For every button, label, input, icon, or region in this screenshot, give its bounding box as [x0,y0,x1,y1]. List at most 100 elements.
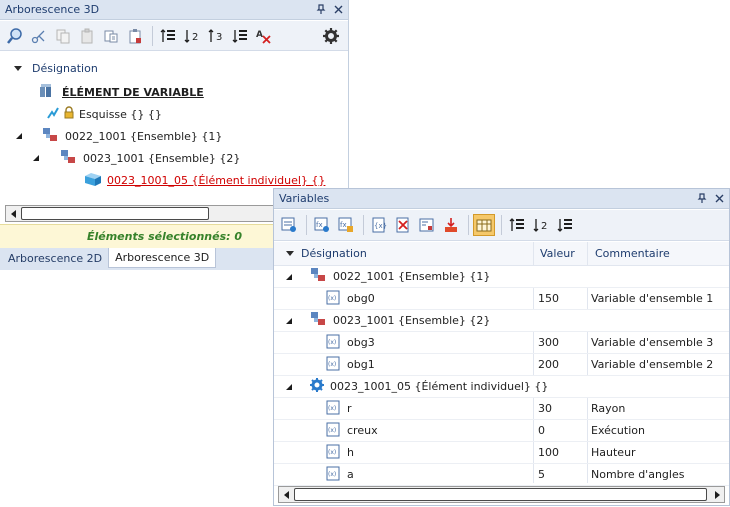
variable-insert-icon[interactable]: {x} [368,214,390,236]
variable-value[interactable]: 0 [538,424,545,437]
scroll-thumb[interactable] [21,207,209,220]
close-icon[interactable] [712,191,726,207]
svg-text:(x): (x) [328,449,336,456]
collapse-icon[interactable] [14,65,22,71]
variable-icon: (x) [326,400,340,418]
lock-icon [63,106,75,122]
tree-root[interactable]: ÉLÉMENT DE VARIABLE [0,81,348,103]
table-row[interactable]: (x) obg1 200 Variable d'ensemble 2 [274,354,729,376]
pin-icon[interactable] [314,2,328,18]
svg-text:(x): (x) [328,427,336,434]
svg-text:2: 2 [541,221,547,232]
svg-text:fx: fx [340,221,347,229]
tree-node-assembly-2-label: 0023_1001 {Ensemble} {2} [83,151,241,165]
sort-up-icon[interactable] [157,25,179,47]
assembly-icon [310,311,328,330]
variable-import-icon[interactable] [440,214,462,236]
variable-list-icon[interactable] [278,214,300,236]
paste-special-icon[interactable] [124,25,146,47]
scroll-thumb[interactable] [294,488,707,501]
arbo-header-designation: Désignation [32,61,98,75]
sort-down-icon[interactable] [554,214,576,236]
table-row[interactable]: (x) a 5 Nombre d'angles [274,464,729,486]
variable-edit-icon[interactable]: fx [311,214,333,236]
tab-arborescence-2d[interactable]: Arborescence 2D [2,248,108,268]
variable-value[interactable]: 30 [538,402,552,415]
arbo-tree: ÉLÉMENT DE VARIABLE Esquisse {} {} 0022_… [0,81,348,187]
scroll-left-arrow-icon[interactable] [6,206,21,221]
sort-3-icon[interactable]: 3 [205,25,227,47]
pin-icon[interactable] [695,191,709,207]
variable-value[interactable]: 5 [538,468,545,481]
table-row[interactable]: (x) r 30 Rayon [274,398,729,420]
tree-node-assembly-1[interactable]: 0022_1001 {Ensemble} {1} [0,125,348,147]
part-icon [84,172,102,189]
vars-horizontal-scrollbar[interactable] [278,486,725,503]
variable-icon: (x) [326,422,340,440]
expand-icon[interactable] [286,317,292,324]
variable-icon: (x) [326,334,340,352]
variable-name: obg0 [347,292,375,305]
sort-2-icon[interactable]: 2 [181,25,203,47]
variable-comment[interactable]: Rayon [591,402,625,415]
sort-down-icon[interactable] [229,25,251,47]
collapse-icon[interactable] [286,251,294,256]
assembly-icon [60,149,78,168]
variable-properties-icon[interactable] [416,214,438,236]
variable-icon: (x) [326,356,340,374]
search-icon[interactable] [4,25,26,47]
column-designation[interactable]: Désignation [301,247,367,260]
variable-comment[interactable]: Variable d'ensemble 3 [591,336,713,349]
tree-node-assembly-2[interactable]: 0023_1001 {Ensemble} {2} [0,147,348,169]
variable-comment[interactable]: Variable d'ensemble 2 [591,358,713,371]
tab-arborescence-3d[interactable]: Arborescence 3D [108,248,217,268]
cut-icon[interactable] [28,25,50,47]
svg-text:(x): (x) [328,471,336,478]
expand-icon[interactable] [33,155,39,161]
arbo-column-header[interactable]: Désignation [0,55,348,81]
variable-comment[interactable]: Hauteur [591,446,636,459]
variable-name: h [347,446,354,459]
arbo-title: Arborescence 3D [5,3,100,16]
svg-text:3: 3 [216,32,222,43]
table-row[interactable]: (x) obg0 150 Variable d'ensemble 1 [274,288,729,310]
variable-value[interactable]: 200 [538,358,559,371]
tree-node-part-label[interactable]: 0023_1001_05 {Élément individuel} {} [107,174,325,187]
svg-text:(x): (x) [328,405,336,412]
column-comment[interactable]: Commentaire [595,247,670,260]
variable-table-icon[interactable] [473,214,495,236]
column-value[interactable]: Valeur [540,247,575,260]
table-row[interactable]: (x) creux 0 Exécution [274,420,729,442]
table-row[interactable]: (x) obg3 300 Variable d'ensemble 3 [274,332,729,354]
sort-up-icon[interactable] [506,214,528,236]
variable-comment[interactable]: Variable d'ensemble 1 [591,292,713,305]
svg-text:{x}: {x} [374,222,387,230]
expand-icon[interactable] [16,133,22,139]
variable-value[interactable]: 100 [538,446,559,459]
assembly-icon [42,127,60,146]
variable-comment[interactable]: Nombre d'angles [591,468,684,481]
scroll-left-arrow-icon[interactable] [279,487,294,502]
group-row-assembly-2[interactable]: 0023_1001 {Ensemble} {2} [274,310,729,332]
tree-sketch-label: Esquisse {} {} [79,107,162,121]
paste-icon[interactable] [76,25,98,47]
close-icon[interactable] [331,2,345,18]
copy-link-icon[interactable] [100,25,122,47]
variable-formula-icon[interactable]: fx [335,214,357,236]
group-row-part[interactable]: 0023_1001_05 {Élément individuel} {} [274,376,729,398]
expand-icon[interactable] [286,383,292,390]
expand-icon[interactable] [286,273,292,280]
gear-icon[interactable] [320,25,342,47]
tree-sketch[interactable]: Esquisse {} {} [0,103,348,125]
clear-filter-icon[interactable]: A [253,25,275,47]
table-row[interactable]: (x) h 100 Hauteur [274,442,729,464]
variable-value[interactable]: 150 [538,292,559,305]
copy-icon[interactable] [52,25,74,47]
group-row-assembly-1[interactable]: 0022_1001 {Ensemble} {1} [274,266,729,288]
sort-2-icon[interactable]: 2 [530,214,552,236]
group-label: 0023_1001 {Ensemble} {2} [333,314,491,327]
scroll-right-arrow-icon[interactable] [709,487,724,502]
variable-comment[interactable]: Exécution [591,424,645,437]
variable-value[interactable]: 300 [538,336,559,349]
variable-delete-icon[interactable] [392,214,414,236]
